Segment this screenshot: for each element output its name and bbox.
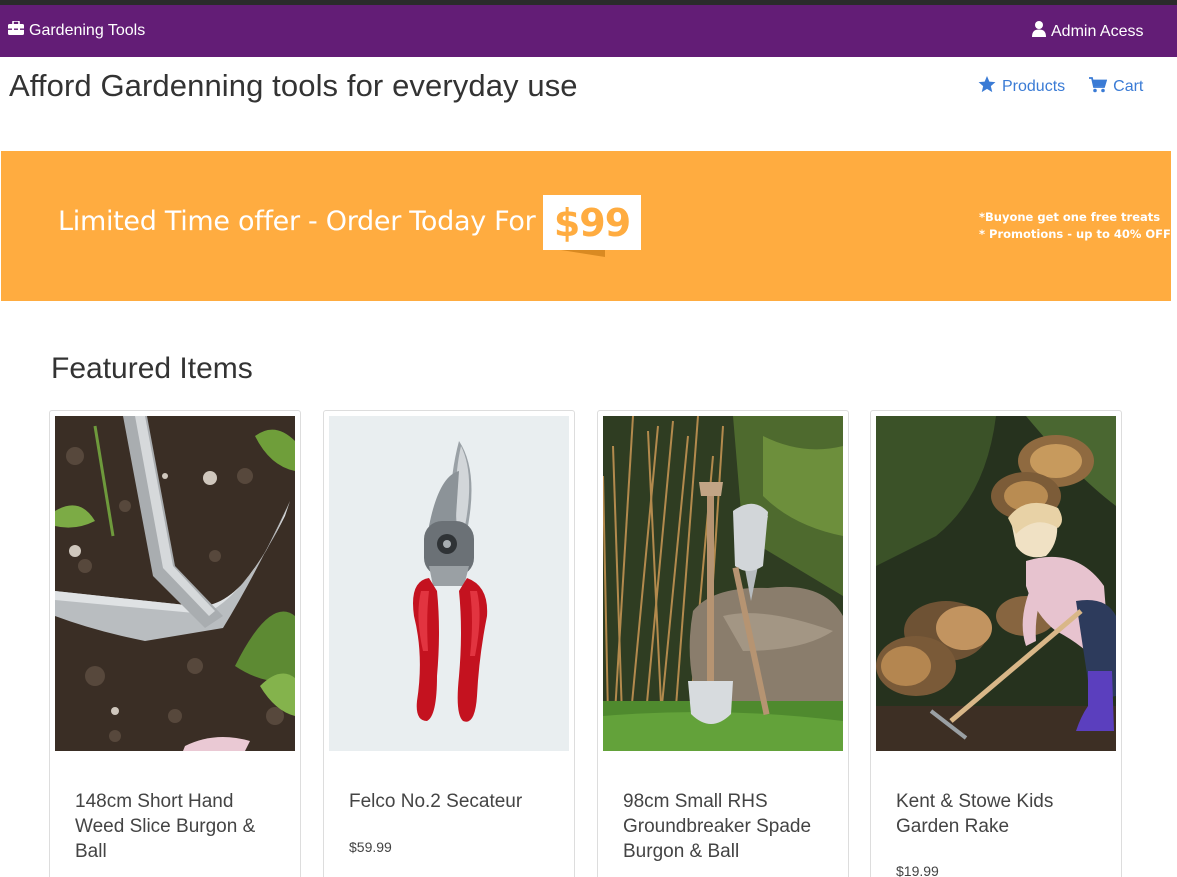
secateur-photo[interactable]	[329, 416, 569, 751]
cart-icon	[1089, 76, 1108, 98]
product-name: Kent & Stowe Kids Garden Rake	[896, 791, 1054, 837]
promotions-list: *Buyone get one free treats * Promotions…	[979, 209, 1171, 243]
brand-label: Gardening Tools	[29, 21, 146, 39]
promo-line: *Buyone get one free treats	[979, 210, 1161, 224]
cart-link[interactable]: Cart	[1089, 76, 1143, 98]
product-price: $59.99	[349, 839, 392, 855]
star-icon	[978, 76, 996, 98]
product-card[interactable]: Kent & Stowe Kids Garden Rake $19.99	[870, 410, 1122, 877]
products-label: Products	[1002, 78, 1066, 95]
offer-text: Limited Time offer - Order Today For	[58, 206, 536, 237]
user-icon	[1032, 21, 1046, 42]
cart-label: Cart	[1113, 78, 1144, 95]
kids-rake-photo[interactable]	[876, 416, 1116, 751]
navbar: Gardening Tools Admin Acess	[0, 5, 1177, 57]
brand-link[interactable]: Gardening Tools	[8, 20, 146, 40]
product-card[interactable]: 148cm Short Hand Weed Slice Burgon & Bal…	[49, 410, 301, 877]
products-link[interactable]: Products	[978, 76, 1065, 98]
product-price: $19.99	[896, 863, 939, 877]
page-title: Afford Gardenning tools for everyday use	[9, 68, 578, 103]
offer-price: $99	[553, 201, 631, 245]
spade-photo[interactable]	[603, 416, 843, 751]
product-card[interactable]: 98cm Small RHS Groundbreaker Spade Burgo…	[597, 410, 849, 877]
top-links: Products Cart	[978, 76, 1143, 98]
product-card[interactable]: Felco No.2 Secateur $59.99	[323, 410, 575, 877]
product-name: Felco No.2 Secateur	[349, 791, 523, 812]
weed-slice-photo[interactable]	[55, 416, 295, 751]
price-tag-tail	[561, 250, 605, 257]
product-name: 98cm Small RHS Groundbreaker Spade Burgo…	[623, 791, 812, 862]
featured-title: Featured Items	[51, 352, 253, 385]
admin-access-link[interactable]: Admin Acess	[1032, 21, 1143, 42]
toolbox-icon	[8, 20, 24, 40]
price-tag: $99	[543, 195, 641, 250]
promo-banner[interactable]: Limited Time offer - Order Today For $99…	[1, 151, 1171, 301]
product-name: 148cm Short Hand Weed Slice Burgon & Bal…	[75, 791, 256, 862]
promo-line: * Promotions - up to 40% OFF	[979, 227, 1171, 241]
admin-label: Admin Acess	[1051, 22, 1144, 40]
